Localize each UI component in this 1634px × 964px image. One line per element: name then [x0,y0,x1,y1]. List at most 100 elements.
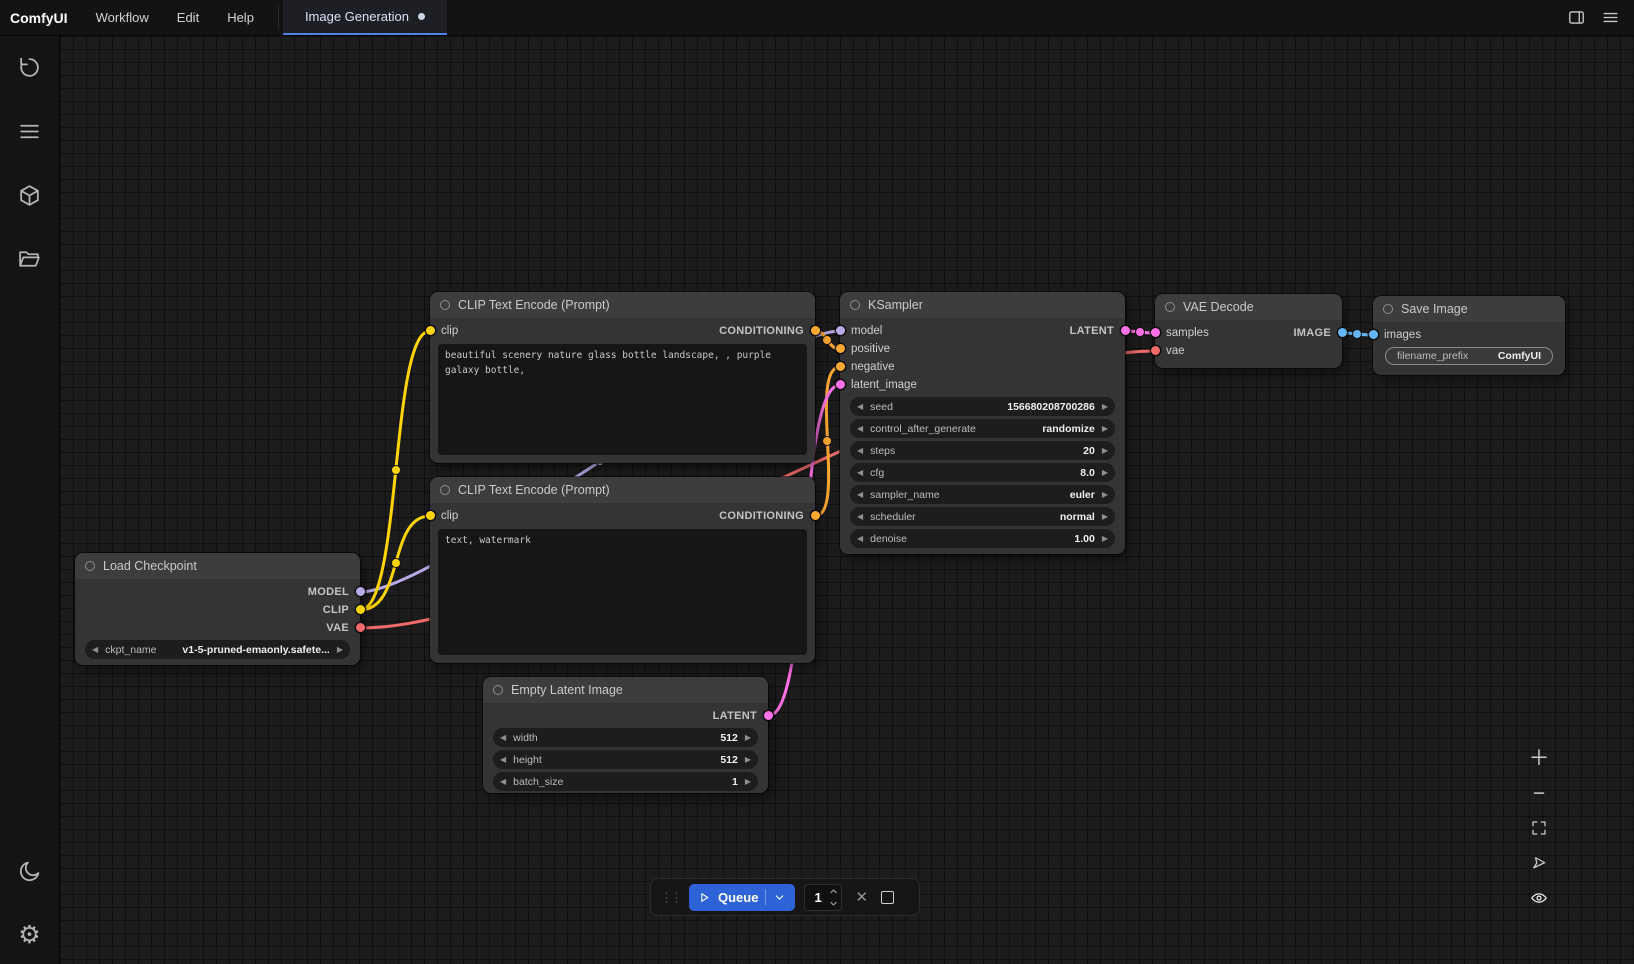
node-header[interactable]: CLIP Text Encode (Prompt) [430,477,815,503]
collapse-dot-icon[interactable] [440,300,450,310]
increment-arrow-icon[interactable]: ▶ [1102,535,1108,543]
collapse-dot-icon[interactable] [440,485,450,495]
output-port-image[interactable] [1338,328,1347,337]
output-port-conditioning[interactable] [811,511,820,520]
node-header[interactable]: KSampler [840,292,1125,318]
increment-arrow-icon[interactable]: ▶ [1102,491,1108,499]
batch-count-input[interactable]: 1 [804,884,842,911]
drag-handle-icon[interactable]: ⋮⋮ [660,891,680,904]
decrement-arrow-icon[interactable]: ◀ [857,535,863,543]
increment-arrow-icon[interactable]: ▶ [1102,403,1108,411]
decrement-arrow-icon[interactable]: ◀ [500,756,506,764]
decrement-arrow-icon[interactable]: ◀ [500,734,506,742]
chevron-down-icon[interactable] [773,891,786,904]
widget-seed[interactable]: ◀ seed 156680208700286 ▶ [850,397,1115,416]
toggle-link-visibility-button[interactable] [1523,882,1555,914]
decrement-arrow-icon[interactable]: ◀ [857,513,863,521]
input-port-negative[interactable] [836,362,845,371]
node-header[interactable]: VAE Decode [1155,294,1342,320]
widget-ckpt-name[interactable]: ◀ ckpt_name v1-5-pruned-emaonly.safete..… [85,640,350,659]
clear-queue-button[interactable]: ✕ [851,888,872,907]
sidebar-tab-node-library[interactable] [13,116,47,146]
widget-denoise[interactable]: ◀ denoise 1.00 ▶ [850,529,1115,548]
menu-workflow[interactable]: Workflow [82,0,163,35]
menu-help[interactable]: Help [213,0,268,35]
widget-height[interactable]: ◀ height 512 ▶ [493,750,758,769]
tab-image-generation[interactable]: Image Generation [283,0,447,35]
decrement-arrow-icon[interactable]: ◀ [92,646,98,654]
theme-toggle-button[interactable] [13,856,47,886]
node-header[interactable]: Save Image [1373,296,1565,322]
node-header[interactable]: Empty Latent Image [483,677,768,703]
output-port-conditioning[interactable] [811,326,820,335]
node-vae-decode[interactable]: VAE Decode samples IMAGE vae [1155,294,1342,368]
sidebar-tab-queue-history[interactable] [13,52,47,82]
stop-button[interactable] [881,891,894,904]
increment-arrow-icon[interactable]: ▶ [745,778,751,786]
prompt-textarea[interactable]: text, watermark [438,529,807,655]
node-empty-latent-image[interactable]: Empty Latent Image LATENT ◀ width 512 ▶ … [483,677,768,793]
queue-button[interactable]: Queue [689,884,795,911]
collapse-dot-icon[interactable] [1165,302,1175,312]
chevron-down-icon[interactable] [829,900,838,907]
widget-sampler-name[interactable]: ◀ sampler_name euler ▶ [850,485,1115,504]
node-load-checkpoint[interactable]: Load Checkpoint MODEL CLIP VAE ◀ ckpt_na… [75,553,360,665]
menu-edit[interactable]: Edit [163,0,213,35]
widget-batch-size[interactable]: ◀ batch_size 1 ▶ [493,772,758,791]
output-port-model[interactable] [356,587,365,596]
collapse-dot-icon[interactable] [850,300,860,310]
node-clip-text-encode-negative[interactable]: CLIP Text Encode (Prompt) clip CONDITION… [430,477,815,663]
increment-arrow-icon[interactable]: ▶ [1102,447,1108,455]
settings-button[interactable]: ⚙ [13,920,47,950]
widget-filename-prefix[interactable]: filename_prefix ComfyUI [1385,347,1553,365]
sidebar-tab-model-library[interactable] [13,180,47,210]
decrement-arrow-icon[interactable]: ◀ [857,469,863,477]
chevron-up-icon[interactable] [829,888,838,895]
decrement-arrow-icon[interactable]: ◀ [857,491,863,499]
increment-arrow-icon[interactable]: ▶ [1102,513,1108,521]
widget-scheduler[interactable]: ◀ scheduler normal ▶ [850,507,1115,526]
collapse-dot-icon[interactable] [85,561,95,571]
input-port-clip[interactable] [426,511,435,520]
increment-arrow-icon[interactable]: ▶ [745,756,751,764]
decrement-arrow-icon[interactable]: ◀ [857,447,863,455]
fit-view-button[interactable] [1523,812,1555,844]
input-port-vae[interactable] [1151,346,1160,355]
widget-steps[interactable]: ◀ steps 20 ▶ [850,441,1115,460]
collapse-dot-icon[interactable] [1383,304,1393,314]
increment-arrow-icon[interactable]: ▶ [337,646,343,654]
widget-control-after-generate[interactable]: ◀ control_after_generate randomize ▶ [850,419,1115,438]
output-port-clip[interactable] [356,605,365,614]
decrement-arrow-icon[interactable]: ◀ [500,778,506,786]
input-port-images[interactable] [1369,330,1378,339]
node-save-image[interactable]: Save Image images filename_prefix ComfyU… [1373,296,1565,375]
decrement-arrow-icon[interactable]: ◀ [857,425,863,433]
select-mode-button[interactable] [1523,847,1555,879]
increment-arrow-icon[interactable]: ▶ [745,734,751,742]
increment-arrow-icon[interactable]: ▶ [1102,469,1108,477]
zoom-out-button[interactable]: − [1523,777,1555,809]
node-ksampler[interactable]: KSampler model LATENT positive negative … [840,292,1125,554]
decrement-arrow-icon[interactable]: ◀ [857,403,863,411]
node-header[interactable]: Load Checkpoint [75,553,360,579]
output-port-latent[interactable] [1121,326,1130,335]
increment-arrow-icon[interactable]: ▶ [1102,425,1108,433]
prompt-textarea[interactable]: beautiful scenery nature glass bottle la… [438,344,807,455]
sidebar-tab-workflows[interactable] [13,244,47,274]
widget-cfg[interactable]: ◀ cfg 8.0 ▶ [850,463,1115,482]
output-port-vae[interactable] [356,623,365,632]
input-port-clip[interactable] [426,326,435,335]
input-port-samples[interactable] [1151,328,1160,337]
input-port-latent-image[interactable] [836,380,845,389]
batch-count-steppers[interactable] [829,888,838,907]
input-port-positive[interactable] [836,344,845,353]
node-header[interactable]: CLIP Text Encode (Prompt) [430,292,815,318]
main-menu-button[interactable] [1596,4,1624,32]
collapse-dot-icon[interactable] [493,685,503,695]
output-port-latent[interactable] [764,711,773,720]
toggle-panel-button[interactable] [1562,4,1590,32]
node-clip-text-encode-positive[interactable]: CLIP Text Encode (Prompt) clip CONDITION… [430,292,815,463]
widget-width[interactable]: ◀ width 512 ▶ [493,728,758,747]
zoom-in-button[interactable]: ＋ [1523,742,1555,774]
input-port-model[interactable] [836,326,845,335]
